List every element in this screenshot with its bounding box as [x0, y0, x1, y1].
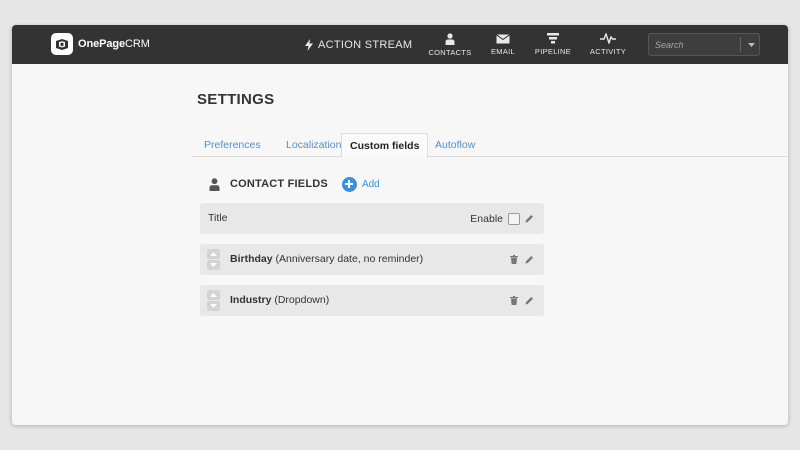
trash-icon [509, 296, 518, 305]
move-down-icon[interactable] [207, 260, 220, 270]
nav-email-label: EMAIL [490, 46, 515, 56]
enable-label: Enable [470, 212, 503, 225]
nav-activity-label: ACTIVITY [589, 47, 627, 56]
app-window: OnePageCRM ACTION STREAM CONTACTS EMAIL [12, 25, 788, 425]
field-name-title: Title [208, 212, 228, 224]
field-name-industry: Industry [230, 294, 272, 306]
tab-custom-fields[interactable]: Custom fields [341, 133, 429, 158]
nav-contacts[interactable]: CONTACTS [425, 25, 475, 64]
top-navigation-bar: OnePageCRM ACTION STREAM CONTACTS EMAIL [12, 25, 788, 64]
plus-circle-icon [341, 176, 357, 192]
nav-email[interactable]: EMAIL [483, 25, 523, 64]
field-detail-birthday: (Anniversary date, no reminder) [275, 253, 424, 265]
nav-pipeline[interactable]: PIPELINE [530, 25, 576, 64]
search-box [648, 33, 760, 56]
nav-contacts-label: CONTACTS [428, 47, 472, 57]
contact-fields-title: CONTACT FIELDS [230, 178, 328, 190]
move-down-icon[interactable] [207, 301, 220, 311]
pencil-icon [525, 215, 533, 223]
nav-action-stream[interactable]: ACTION STREAM [305, 25, 412, 64]
add-field-button[interactable]: Add [341, 176, 380, 192]
field-name-birthday: Birthday [230, 253, 273, 265]
move-up-icon[interactable] [207, 249, 220, 259]
search-dropdown-toggle[interactable] [744, 34, 758, 55]
contact-fields-header: CONTACT FIELDS Add [209, 175, 380, 193]
logo-text: OnePageCRM [78, 38, 150, 50]
trash-icon [509, 255, 518, 264]
edit-birthday-button[interactable] [524, 254, 535, 265]
edit-industry-button[interactable] [524, 295, 535, 306]
pulse-icon [600, 33, 616, 44]
field-label-industry: Industry (Dropdown) [230, 285, 329, 316]
tab-localization[interactable]: Localization [278, 133, 349, 157]
pencil-icon [525, 256, 533, 264]
field-row-birthday: Birthday (Anniversary date, no reminder) [200, 244, 544, 275]
logo-icon [51, 33, 73, 55]
person-icon [445, 32, 455, 45]
field-row-industry: Industry (Dropdown) [200, 285, 544, 316]
tab-preferences[interactable]: Preferences [196, 133, 269, 157]
reorder-handle[interactable] [207, 249, 220, 270]
funnel-icon [547, 33, 559, 44]
search-divider [740, 37, 741, 52]
person-icon [209, 177, 220, 191]
delete-industry-button[interactable] [508, 295, 519, 306]
field-label-birthday: Birthday (Anniversary date, no reminder) [230, 244, 423, 275]
delete-birthday-button[interactable] [508, 254, 519, 265]
onepagecrm-logo[interactable]: OnePageCRM [51, 33, 150, 55]
reorder-handle[interactable] [207, 290, 220, 311]
action-stream-label: ACTION STREAM [318, 38, 413, 51]
move-up-icon[interactable] [207, 290, 220, 300]
lightning-bolt-icon [305, 38, 313, 51]
edit-title-button[interactable] [524, 213, 535, 224]
page-title: SETTINGS [197, 91, 275, 108]
tab-autoflow[interactable]: Autoflow [427, 133, 483, 157]
pencil-icon [525, 297, 533, 305]
field-detail-industry: (Dropdown) [274, 294, 330, 306]
field-row-title: Title Enable [200, 203, 544, 234]
enable-checkbox[interactable] [508, 212, 520, 225]
enable-toggle-group: Enable [470, 203, 520, 234]
caret-down-icon [747, 42, 755, 47]
envelope-icon [496, 33, 510, 43]
add-field-label: Add [361, 178, 380, 190]
search-input[interactable] [655, 37, 739, 52]
nav-activity[interactable]: ACTIVITY [583, 25, 633, 64]
nav-pipeline-label: PIPELINE [534, 47, 572, 56]
settings-tabs: Preferences Localization Custom fields A… [192, 133, 788, 158]
